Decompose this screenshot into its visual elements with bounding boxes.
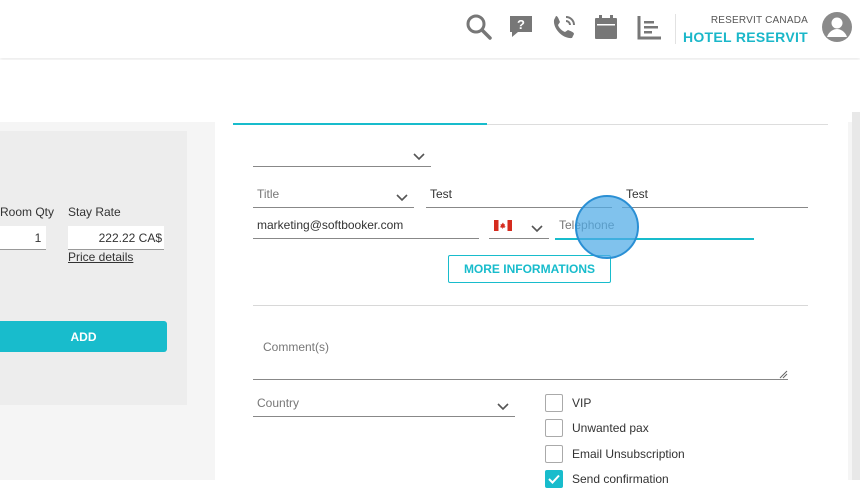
phone-icon[interactable] [549, 12, 579, 42]
resize-handle-icon[interactable] [778, 369, 788, 379]
tab-divider [487, 124, 828, 125]
checkmark-icon [548, 474, 560, 484]
room-qty-label: Room Qty [0, 205, 55, 219]
email-field[interactable]: marketing@softbooker.com [253, 214, 479, 239]
stay-rate-input[interactable]: 222.22 CA$ [68, 226, 164, 250]
email-unsubscription-checkbox-row[interactable]: Email Unsubscription [545, 444, 685, 464]
chevron-down-icon [413, 153, 425, 161]
room-qty-input[interactable]: 1 [0, 226, 46, 250]
price-details-link[interactable]: Price details [68, 250, 133, 264]
vertical-scrollbar[interactable] [852, 112, 860, 480]
user-avatar-icon[interactable] [822, 12, 852, 42]
vip-checkbox-row[interactable]: VIP [545, 393, 591, 413]
chevron-down-icon [531, 225, 543, 233]
chevron-down-icon [497, 403, 509, 411]
rate-card [0, 131, 187, 405]
toolbar-divider [675, 14, 676, 44]
calendar-icon[interactable] [591, 12, 621, 42]
send-confirmation-checkbox-row[interactable]: Send confirmation [545, 469, 669, 489]
unwanted-pax-checkbox-row[interactable]: Unwanted pax [545, 418, 649, 438]
hotel-name[interactable]: HOTEL RESERVIT [683, 29, 808, 45]
help-chat-icon[interactable]: ? [506, 12, 536, 42]
email-unsubscription-checkbox[interactable] [545, 445, 563, 463]
comment-placeholder: Comment(s) [263, 340, 330, 354]
guest-type-select[interactable] [253, 144, 431, 167]
comment-textarea[interactable]: Comment(s) [253, 325, 788, 380]
chevron-down-icon [396, 194, 408, 202]
last-name-value: Test [626, 187, 649, 201]
unwanted-pax-checkbox[interactable] [545, 419, 563, 437]
svg-text:?: ? [517, 17, 525, 32]
phone-country-select[interactable] [489, 214, 549, 239]
stay-rate-label: Stay Rate [68, 205, 121, 219]
last-name-input[interactable]: Test [622, 183, 808, 208]
vip-checkbox[interactable] [545, 394, 563, 412]
click-indicator [575, 195, 639, 259]
send-confirmation-label: Send confirmation [572, 472, 669, 486]
first-name-value: Test [430, 187, 453, 201]
guest-form-panel [215, 122, 848, 480]
sub-toolbar: ? [0, 60, 860, 162]
country-placeholder: Country [257, 396, 300, 410]
title-placeholder: Title [257, 187, 280, 201]
brand-subtitle: RESERVIT CANADA [710, 15, 808, 26]
section-divider [253, 305, 808, 306]
title-select[interactable]: Title [253, 183, 414, 208]
search-icon[interactable] [464, 12, 494, 42]
add-button[interactable]: ADD [0, 321, 167, 352]
email-value: marketing@softbooker.com [257, 218, 404, 232]
report-icon[interactable] [634, 12, 664, 42]
more-informations-button[interactable]: MORE INFORMATIONS [448, 255, 611, 283]
unwanted-pax-label: Unwanted pax [572, 421, 649, 435]
email-unsubscription-label: Email Unsubscription [572, 447, 685, 461]
country-select[interactable]: Country [253, 392, 515, 417]
active-tab-indicator [233, 123, 487, 125]
send-confirmation-checkbox[interactable] [545, 470, 563, 488]
vip-label: VIP [572, 396, 592, 410]
top-bar: ? RESERVIT CANADA HOTEL RESERVIT [0, 0, 860, 58]
canada-flag-icon [494, 220, 512, 231]
